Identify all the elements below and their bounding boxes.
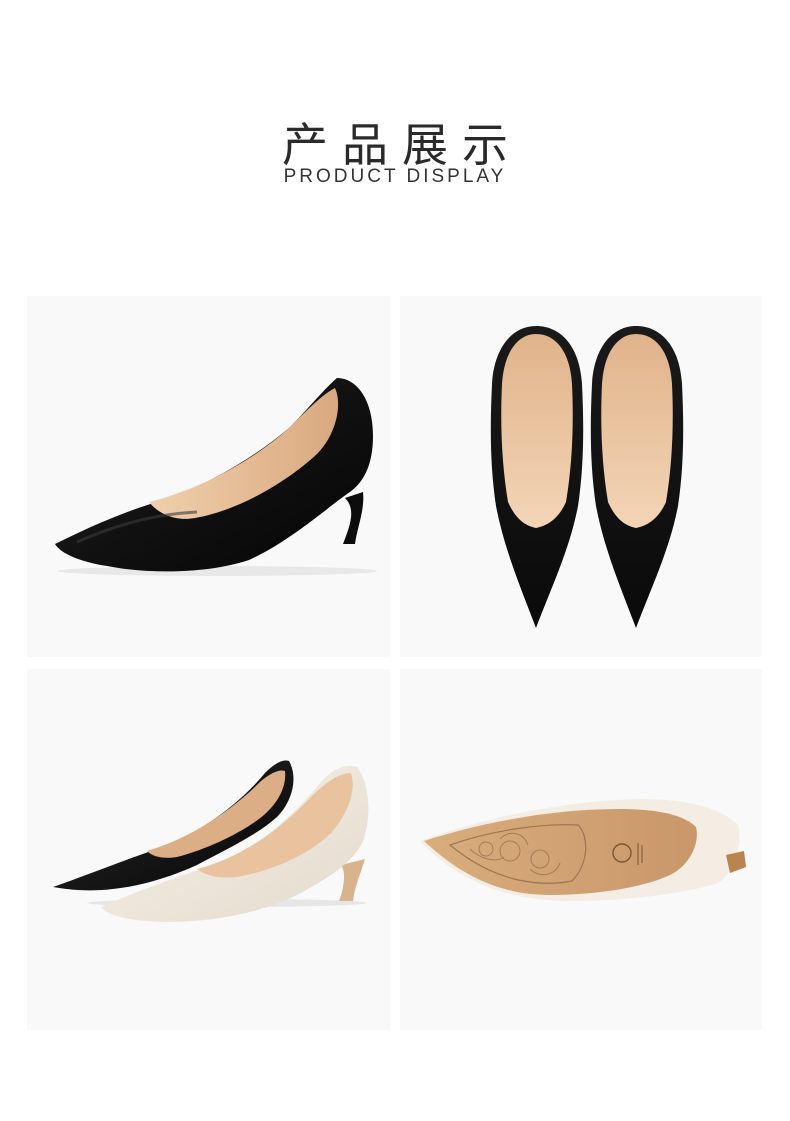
product-photo-top-black-pair [400, 296, 762, 657]
black-pump-pair-top-view-photo [490, 326, 684, 628]
page-subtitle: PRODUCT DISPLAY [283, 166, 507, 187]
product-photo-sole-cream [400, 669, 762, 1030]
product-photo-side-black [27, 296, 390, 657]
cream-pump-sole-photo [420, 799, 746, 901]
black-pump-side-view-photo [55, 378, 377, 576]
black-and-cream-pump-photo [53, 760, 369, 922]
product-photo-black-and-cream-pair [27, 669, 390, 1030]
